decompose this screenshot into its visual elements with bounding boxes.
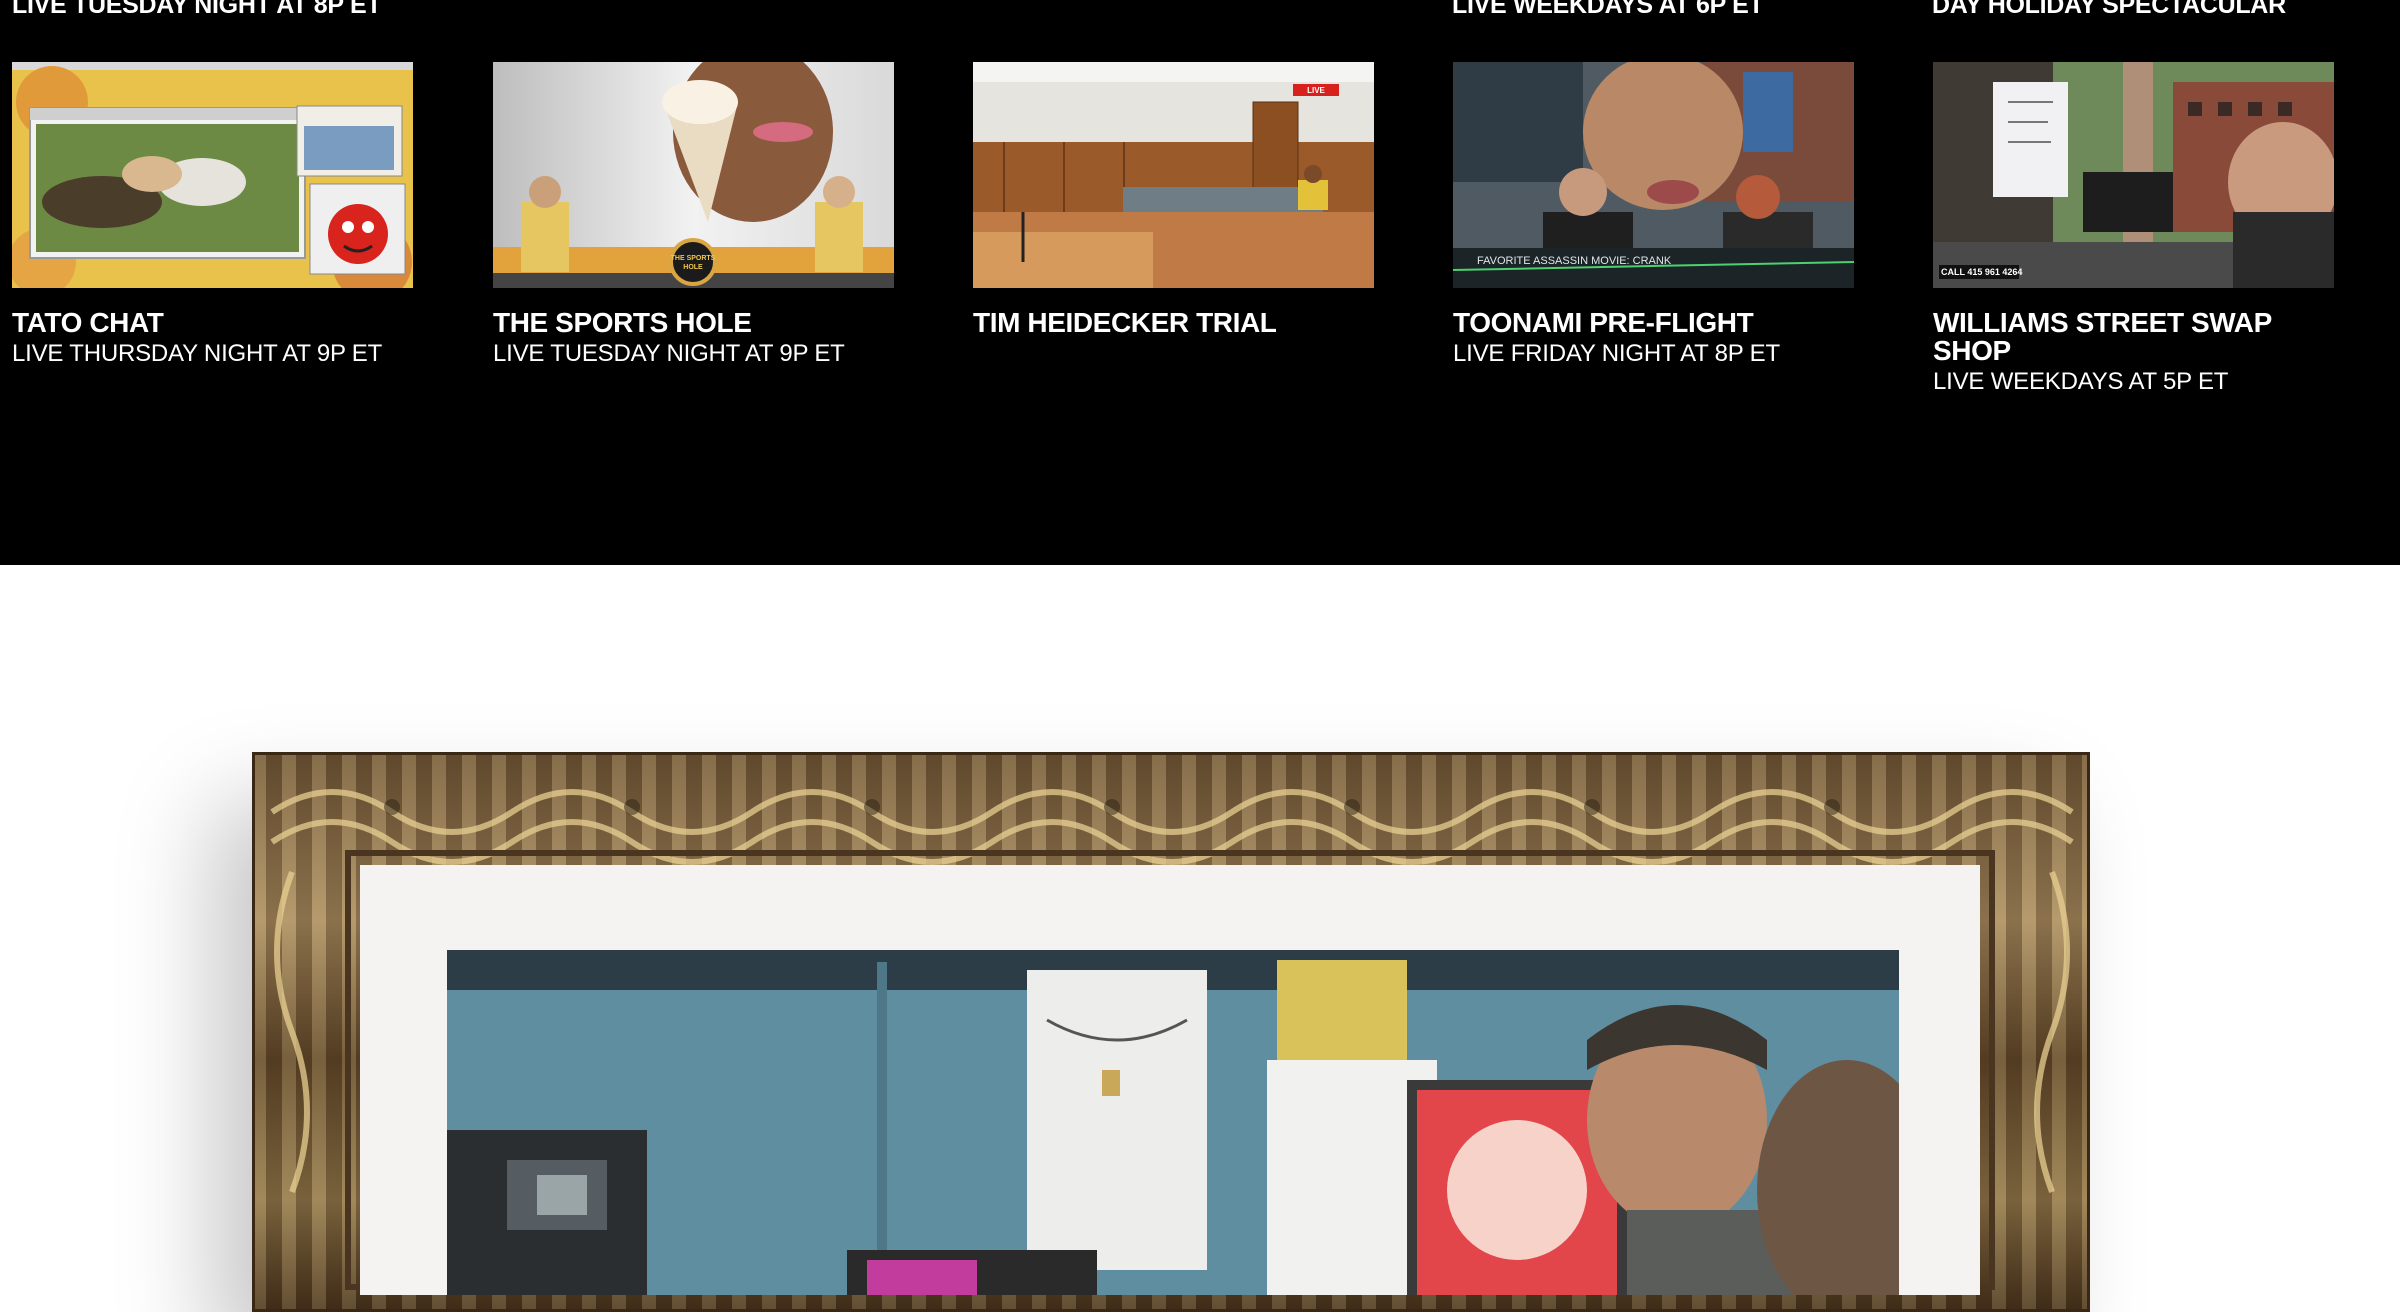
show-card-tato-chat[interactable]: TATO CHAT LIVE THURSDAY NIGHT AT 9P ET bbox=[12, 62, 413, 368]
show-card-the-sports-hole[interactable]: THE SPORTS HOLE THE SPORTS HOLE LIVE TUE… bbox=[493, 62, 894, 368]
show-title[interactable]: THE SPORTS HOLE bbox=[493, 309, 894, 337]
show-title[interactable]: TATO CHAT bbox=[12, 309, 413, 337]
toonami-banner-text: FAVORITE ASSASSIN MOVIE: CRANK bbox=[1477, 255, 1672, 267]
show-schedule: LIVE TUESDAY NIGHT AT 9P ET bbox=[493, 340, 845, 367]
office-photo-art bbox=[447, 950, 1899, 1295]
show-thumbnail[interactable]: FAVORITE ASSASSIN MOVIE: CRANK bbox=[1453, 62, 1854, 288]
show-card-williams-street-swap-shop[interactable]: CALL 415 961 4264 WILLIAMS STREET SWAP S… bbox=[1933, 62, 2334, 396]
show-card-tim-heidecker-trial[interactable]: LIVE TIM HEIDECKER TRIAL bbox=[973, 62, 1374, 340]
show-grid-section: LIVE TUESDAY NIGHT AT 8P ET LIVE WEEKDAY… bbox=[0, 0, 2400, 565]
show-title[interactable]: WILLIAMS STREET SWAP SHOP bbox=[1933, 309, 2334, 365]
show-schedule: LIVE THURSDAY NIGHT AT 9P ET bbox=[12, 340, 383, 367]
show-schedule: LIVE FRIDAY NIGHT AT 8P ET bbox=[1453, 340, 1780, 367]
swap-shop-thumbnail-art: CALL 415 961 4264 bbox=[1933, 62, 2334, 288]
show-thumbnail[interactable]: LIVE bbox=[973, 62, 1374, 288]
previous-row-cutoff: LIVE TUESDAY NIGHT AT 8P ET LIVE WEEKDAY… bbox=[0, 0, 2400, 20]
toonami-thumbnail-art: FAVORITE ASSASSIN MOVIE: CRANK bbox=[1453, 62, 1854, 288]
show-thumbnail[interactable] bbox=[12, 62, 413, 288]
trial-thumbnail-art: LIVE bbox=[973, 62, 1374, 288]
framed-photo bbox=[447, 950, 1899, 1295]
svg-text:HOLE: HOLE bbox=[683, 264, 703, 271]
show-title[interactable]: TIM HEIDECKER TRIAL bbox=[973, 309, 1374, 337]
show-schedule: LIVE WEEKDAYS AT 5P ET bbox=[1933, 368, 2229, 395]
show-thumbnail[interactable]: THE SPORTS HOLE bbox=[493, 62, 894, 288]
show-card-toonami-pre-flight[interactable]: FAVORITE ASSASSIN MOVIE: CRANK TOONAMI P… bbox=[1453, 62, 1854, 368]
svg-text:THE SPORTS: THE SPORTS bbox=[671, 255, 716, 262]
swap-shop-banner-text: CALL 415 961 4264 bbox=[1941, 267, 2022, 277]
previous-row-title-3[interactable]: DAY HOLIDAY SPECTACULAR bbox=[1932, 0, 2286, 20]
sports-hole-thumbnail-art: THE SPORTS HOLE bbox=[493, 62, 894, 288]
previous-row-schedule-1[interactable]: LIVE TUESDAY NIGHT AT 8P ET bbox=[12, 0, 382, 20]
tato-chat-thumbnail-art bbox=[12, 62, 413, 288]
previous-row-schedule-2[interactable]: LIVE WEEKDAYS AT 6P ET bbox=[1452, 0, 1764, 20]
show-title[interactable]: TOONAMI PRE-FLIGHT bbox=[1453, 309, 1854, 337]
live-badge: LIVE bbox=[1307, 86, 1325, 95]
show-thumbnail[interactable]: CALL 415 961 4264 bbox=[1933, 62, 2334, 288]
